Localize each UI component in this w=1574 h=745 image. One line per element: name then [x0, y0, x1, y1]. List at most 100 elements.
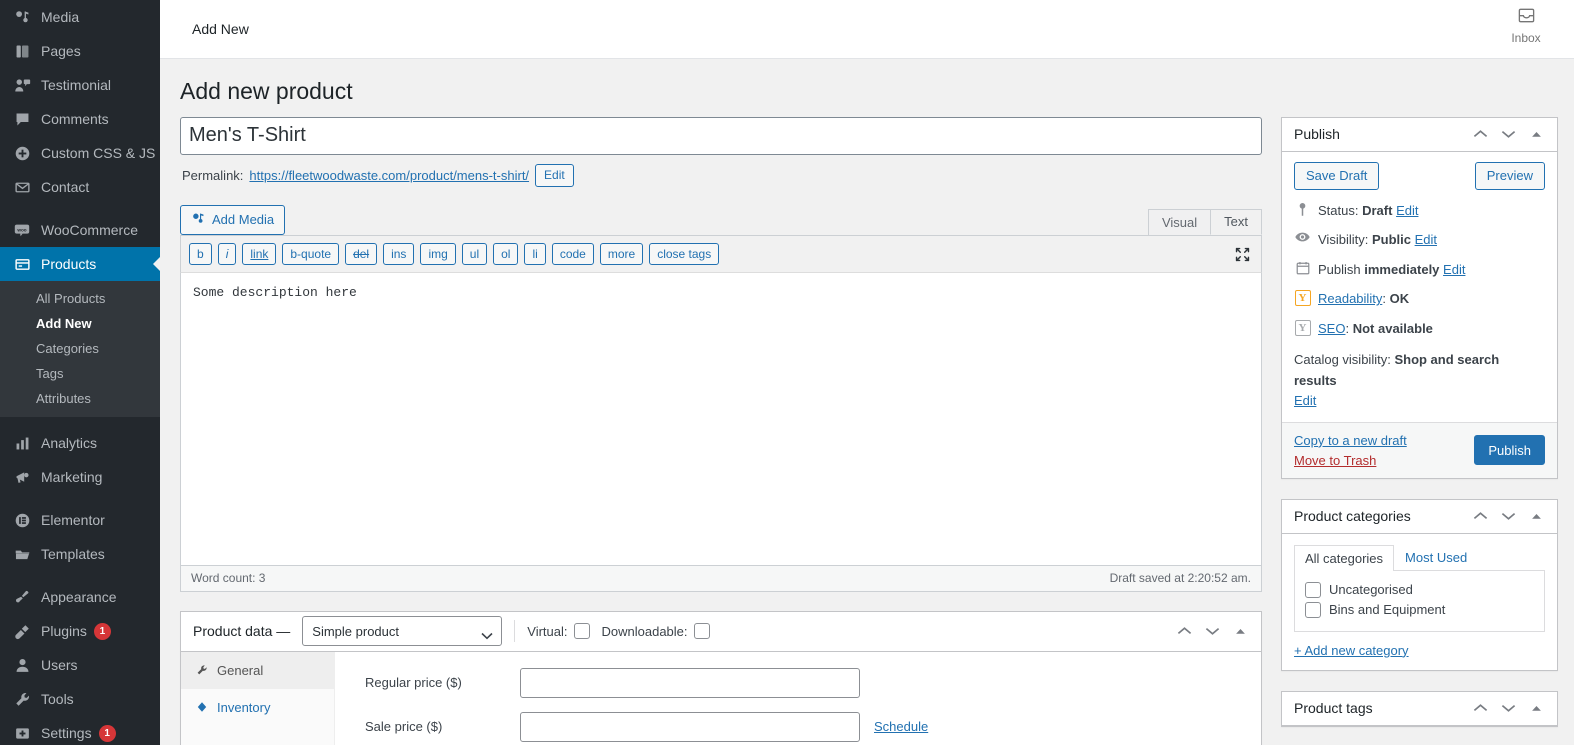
- toggle-panel-icon[interactable]: [1523, 695, 1549, 721]
- sidebar-item-users[interactable]: Users: [0, 648, 160, 682]
- quicktag-ul[interactable]: ul: [461, 242, 488, 265]
- catalog-visibility-edit-link[interactable]: Edit: [1294, 393, 1316, 408]
- inbox-icon: [1517, 6, 1536, 28]
- category-item-bins-and-equipment[interactable]: Bins and Equipment: [1305, 600, 1534, 620]
- editor-textarea[interactable]: Some description here: [180, 272, 1262, 566]
- sidebar-item-label: Custom CSS & JS: [41, 145, 156, 161]
- quicktag-i[interactable]: i: [217, 242, 237, 265]
- regular-price-input[interactable]: [520, 667, 860, 698]
- quicktag-close-tags[interactable]: close tags: [649, 242, 720, 265]
- sidebar-item-settings[interactable]: Settings 1: [0, 716, 160, 745]
- sidebar-item-plugins[interactable]: Plugins 1: [0, 614, 160, 648]
- publish-date-label: Publish: [1318, 261, 1361, 277]
- comments-icon: [12, 109, 32, 129]
- tab-text[interactable]: Text: [1210, 208, 1262, 235]
- sidebar-item-comments[interactable]: Comments: [0, 102, 160, 136]
- sidebar-item-media[interactable]: Media: [0, 0, 160, 34]
- quicktag-del[interactable]: del: [345, 242, 378, 265]
- submenu-item-tags[interactable]: Tags: [0, 361, 160, 386]
- quicktag-more[interactable]: more: [599, 242, 644, 265]
- sidebar-item-products[interactable]: Products: [0, 247, 160, 281]
- submenu-item-categories[interactable]: Categories: [0, 336, 160, 361]
- copy-to-new-draft-link[interactable]: Copy to a new draft: [1294, 433, 1407, 448]
- schedule-link[interactable]: Schedule: [874, 719, 928, 734]
- sidebar-item-templates[interactable]: Templates: [0, 537, 160, 571]
- quicktag-b-quote[interactable]: b-quote: [282, 242, 340, 265]
- quicktag-code[interactable]: code: [551, 242, 594, 265]
- publish-button[interactable]: Publish: [1474, 435, 1545, 466]
- toggle-panel-icon[interactable]: [1523, 121, 1549, 147]
- sidebar-item-custom-css-js[interactable]: Custom CSS & JS: [0, 136, 160, 170]
- move-to-trash-link[interactable]: Move to Trash: [1294, 453, 1407, 468]
- settings-update-badge: 1: [98, 724, 116, 742]
- pages-icon: [12, 41, 32, 61]
- add-new-category-link[interactable]: + Add new category: [1294, 643, 1409, 658]
- product-type-select[interactable]: Simple product: [302, 616, 503, 647]
- sidebar-item-marketing[interactable]: Marketing: [0, 460, 160, 494]
- submenu-item-attributes[interactable]: Attributes: [0, 386, 160, 411]
- seo-link[interactable]: SEO: [1318, 321, 1345, 336]
- readability-link[interactable]: Readability: [1318, 291, 1382, 306]
- quicktag-ins[interactable]: ins: [383, 242, 415, 265]
- sidebar-item-woocommerce[interactable]: woo WooCommerce: [0, 213, 160, 247]
- category-checkbox[interactable]: [1305, 601, 1321, 618]
- save-draft-button[interactable]: Save Draft: [1294, 161, 1380, 190]
- tab-visual[interactable]: Visual: [1147, 208, 1212, 235]
- chart-bar-icon: [12, 433, 32, 453]
- sidebar-item-contact[interactable]: Contact: [0, 170, 160, 204]
- inbox-button[interactable]: Inbox: [1496, 6, 1556, 45]
- permalink-url[interactable]: https://fleetwoodwaste.com/product/mens-…: [249, 168, 529, 183]
- sidebar-item-pages[interactable]: Pages: [0, 34, 160, 68]
- downloadable-checkbox-row[interactable]: Downloadable:: [602, 623, 710, 640]
- permalink-edit-button[interactable]: Edit: [535, 163, 574, 187]
- add-new-category-row: + Add new category: [1294, 643, 1545, 658]
- move-up-icon[interactable]: [1467, 503, 1493, 529]
- add-media-button[interactable]: Add Media: [180, 204, 286, 235]
- sidebar-item-tools[interactable]: Tools: [0, 682, 160, 716]
- downloadable-checkbox[interactable]: [693, 623, 710, 640]
- submenu-item-all-products[interactable]: All Products: [0, 286, 160, 311]
- move-up-icon[interactable]: [1467, 121, 1493, 147]
- move-up-icon[interactable]: [1171, 618, 1197, 644]
- sidebar-item-analytics[interactable]: Analytics: [0, 426, 160, 460]
- tab-most-used[interactable]: Most Used: [1394, 544, 1478, 570]
- virtual-checkbox[interactable]: [573, 623, 590, 640]
- sidebar-item-testimonial[interactable]: Testimonial: [0, 68, 160, 102]
- categories-list: Uncategorised Bins and Equipment: [1294, 569, 1545, 632]
- product-type-select-wrap: Simple product: [302, 616, 503, 647]
- move-down-icon[interactable]: [1199, 618, 1225, 644]
- move-down-icon[interactable]: [1495, 121, 1521, 147]
- quicktag-li[interactable]: li: [524, 242, 546, 265]
- submenu-item-add-new[interactable]: Add New: [0, 311, 160, 336]
- sidebar-item-appearance[interactable]: Appearance: [0, 580, 160, 614]
- plus-circle-icon: [12, 143, 32, 163]
- quicktag-ol[interactable]: ol: [493, 242, 519, 265]
- preview-button[interactable]: Preview: [1474, 161, 1545, 190]
- category-item-uncategorised[interactable]: Uncategorised: [1305, 580, 1534, 600]
- sidebar-item-elementor[interactable]: Elementor: [0, 503, 160, 537]
- move-up-icon[interactable]: [1467, 695, 1493, 721]
- pd-tab-inventory[interactable]: Inventory: [181, 689, 334, 726]
- toggle-panel-icon[interactable]: [1227, 618, 1253, 644]
- move-down-icon[interactable]: [1495, 695, 1521, 721]
- categories-panel-title: Product categories: [1294, 508, 1411, 525]
- category-label: Uncategorised: [1329, 582, 1413, 598]
- publish-panel-actions: [1467, 121, 1549, 147]
- category-checkbox[interactable]: [1305, 581, 1321, 598]
- quicktag-link[interactable]: link: [242, 242, 277, 265]
- sale-price-input[interactable]: [520, 711, 860, 742]
- move-down-icon[interactable]: [1495, 503, 1521, 529]
- toggle-panel-icon[interactable]: [1523, 503, 1549, 529]
- publish-date-edit-link[interactable]: Edit: [1443, 262, 1465, 277]
- tab-all-categories[interactable]: All categories: [1294, 544, 1395, 571]
- plug-icon: [12, 621, 32, 641]
- quicktag-img[interactable]: img: [420, 242, 456, 265]
- virtual-checkbox-row[interactable]: Virtual:: [527, 623, 590, 640]
- status-edit-link[interactable]: Edit: [1396, 203, 1418, 218]
- product-title-input[interactable]: [180, 116, 1262, 155]
- quicktag-b[interactable]: b: [189, 242, 212, 265]
- add-media-label: Add Media: [212, 212, 275, 228]
- visibility-edit-link[interactable]: Edit: [1415, 232, 1437, 247]
- pd-tab-general[interactable]: General: [181, 651, 334, 689]
- fullscreen-icon[interactable]: [1234, 246, 1251, 266]
